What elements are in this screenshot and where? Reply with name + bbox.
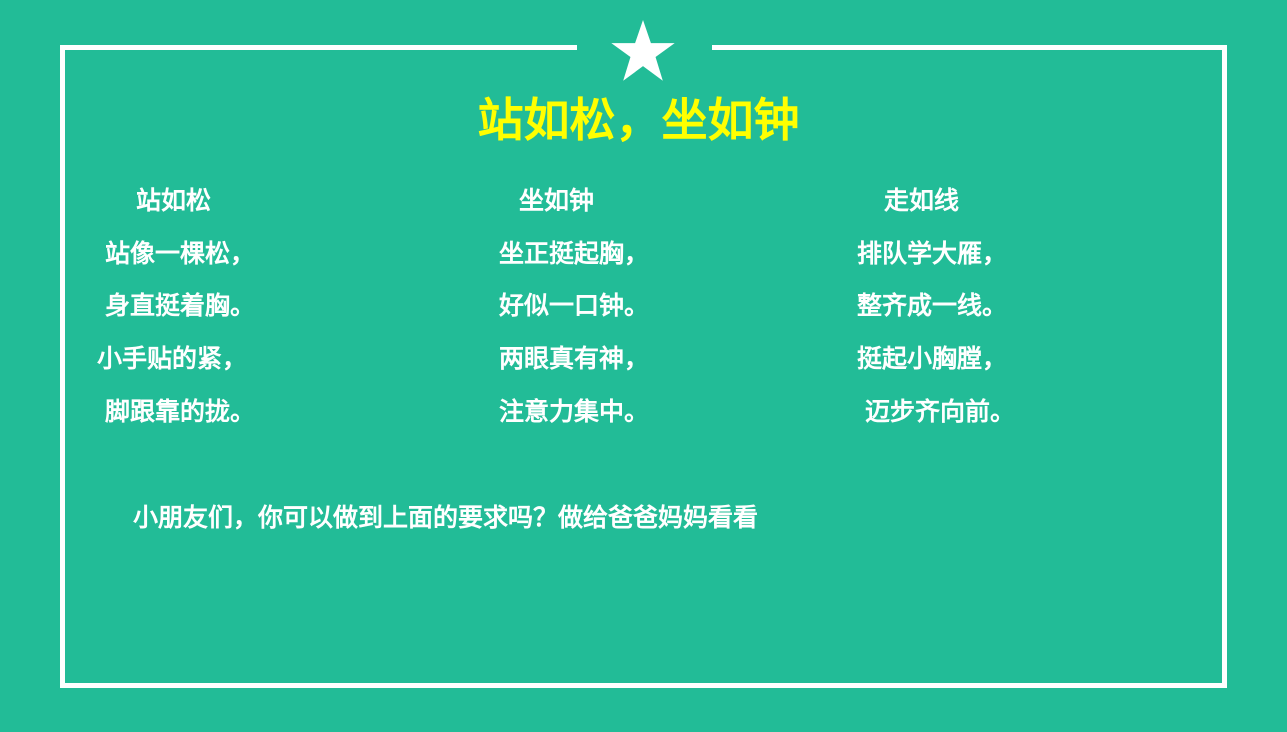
slide-title: 站如松，坐如钟 (477, 94, 800, 146)
poem-line: 坐正挺起胸， (499, 240, 650, 268)
poem-line: 注意力集中。 (499, 398, 650, 426)
column-heading: 走如线 (884, 187, 960, 215)
poem-line: 迈步齐向前。 (865, 398, 1016, 426)
poem-line: 小手贴的紧， (97, 345, 248, 373)
poem-line: 脚跟靠的拢。 (105, 398, 256, 426)
poem-line: 好似一口钟。 (499, 292, 650, 320)
footer-question: 小朋友们，你可以做到上面的要求吗？做给爸爸妈妈看看 (133, 504, 759, 532)
poem-line: 整齐成一线。 (857, 292, 1008, 320)
poem-line: 挺起小胸膛， (857, 345, 1008, 373)
poem-line: 排队学大雁， (857, 240, 1008, 268)
column-heading: 坐如钟 (519, 187, 595, 215)
poem-line: 站像一棵松， (105, 240, 256, 268)
star-icon (611, 19, 675, 81)
column-heading: 站如松 (136, 187, 212, 215)
poem-line: 两眼真有神， (499, 345, 650, 373)
poem-line: 身直挺着胸。 (105, 292, 256, 320)
